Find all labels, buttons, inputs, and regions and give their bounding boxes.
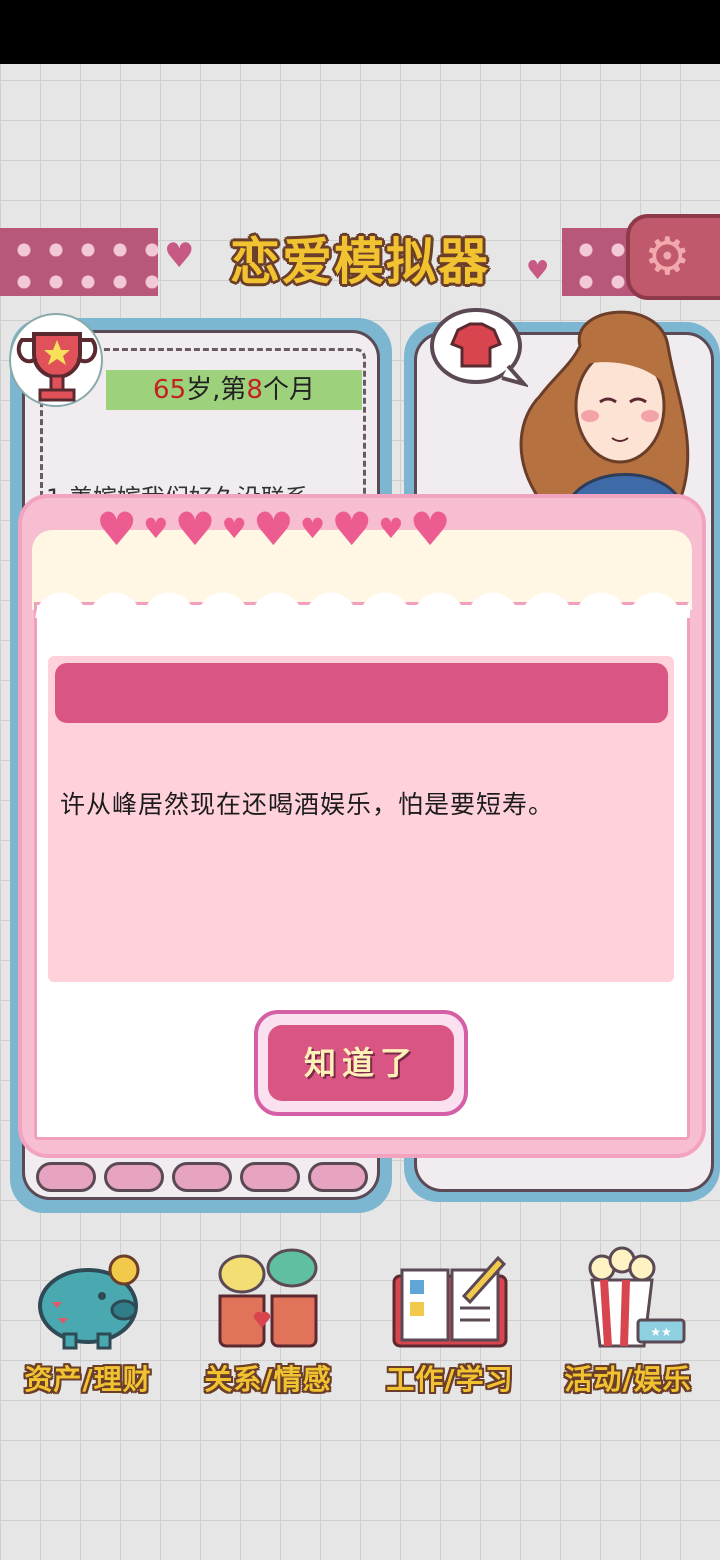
notebook-icon bbox=[392, 1255, 508, 1348]
heart-icon: ♥ bbox=[174, 502, 216, 556]
heart-icon: ♥ bbox=[143, 512, 169, 545]
heart-icon: ♥ bbox=[96, 502, 138, 556]
heart-icon: ♥ bbox=[252, 502, 294, 556]
nav-activity-entertainment[interactable]: ★★ 活动/娱乐 bbox=[548, 1246, 708, 1406]
heart-icon: ♥ bbox=[299, 512, 326, 545]
age-display: 65岁,第8个月 bbox=[106, 370, 362, 410]
banner-tape-left bbox=[0, 228, 158, 296]
confirm-button[interactable]: 知道了 bbox=[268, 1025, 454, 1101]
nav-label: 活动/娱乐 bbox=[564, 1363, 692, 1396]
dialog-message: 许从峰居然现在还喝酒娱乐，怕是要短寿。 bbox=[60, 790, 555, 819]
candy-icon bbox=[104, 1162, 164, 1192]
candy-icon bbox=[240, 1162, 300, 1192]
message-header-bar bbox=[55, 663, 668, 723]
nav-relationship-emotion[interactable]: 关系/情感 bbox=[188, 1246, 348, 1406]
age-value: 65 bbox=[153, 375, 187, 405]
candy-icon bbox=[36, 1162, 96, 1192]
svg-text:★★: ★★ bbox=[650, 1325, 672, 1339]
gear-icon: ⚙ bbox=[644, 227, 691, 287]
heart-icon: ♥ bbox=[526, 256, 550, 286]
candy-decoration bbox=[36, 1162, 368, 1192]
nav-label: 关系/情感 bbox=[204, 1363, 332, 1396]
nav-label: 资产/理财 bbox=[24, 1363, 152, 1396]
popcorn-icon: ★★ bbox=[588, 1246, 686, 1348]
candy-icon bbox=[308, 1162, 368, 1192]
heart-icon: ♥ bbox=[409, 502, 451, 556]
heart-icon: ♥ bbox=[378, 512, 404, 545]
nav-label: 工作/学习 bbox=[386, 1363, 514, 1396]
month-value: 8 bbox=[246, 375, 263, 405]
hearts-decoration: ♥ ♥ ♥ ♥ ♥ ♥ ♥ ♥ ♥ bbox=[96, 504, 636, 554]
settings-button[interactable]: ⚙ bbox=[626, 214, 720, 300]
heart-icon: ♥ bbox=[164, 236, 195, 276]
character-portrait[interactable] bbox=[500, 306, 705, 500]
scallop-border bbox=[34, 588, 690, 618]
coffee-cups-icon bbox=[218, 1248, 318, 1348]
game-title: 恋爱模拟器 bbox=[230, 233, 490, 291]
heart-icon: ♥ bbox=[331, 502, 373, 556]
status-bar bbox=[0, 0, 720, 64]
age-unit: 岁,第 bbox=[186, 375, 247, 405]
month-unit: 个月 bbox=[262, 375, 315, 405]
piggy-bank-icon bbox=[38, 1254, 140, 1350]
nav-assets-finance[interactable]: 资产/理财 bbox=[8, 1246, 168, 1406]
candy-icon bbox=[172, 1162, 232, 1192]
heart-icon: ♥ bbox=[221, 512, 247, 545]
trophy-icon[interactable] bbox=[6, 312, 112, 412]
nav-work-study[interactable]: 工作/学习 bbox=[370, 1246, 530, 1406]
